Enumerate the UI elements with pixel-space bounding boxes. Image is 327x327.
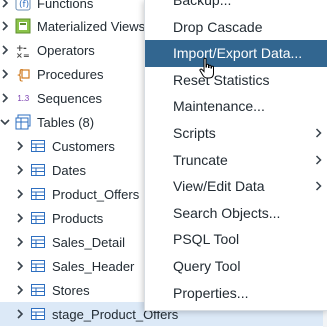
functions-icon: (f): [15, 0, 31, 11]
tree-item-label: Customers: [52, 138, 115, 154]
menu-item-label: Properties...: [173, 285, 249, 302]
chevron-right-icon[interactable]: [15, 134, 25, 158]
sequences-icon-text: 1..3: [17, 93, 29, 103]
tables-icon: [15, 114, 31, 130]
menu-item-label: Backup...: [173, 0, 232, 9]
menu-item-backup[interactable]: Backup...: [145, 0, 327, 14]
tree-item-label: Functions: [37, 0, 94, 11]
menu-item-view-edit-data[interactable]: View/Edit Data: [145, 173, 327, 200]
menu-item-maintenance[interactable]: Maintenance...: [145, 93, 327, 120]
tree-item-label: Dates: [52, 162, 86, 178]
chevron-right-icon[interactable]: [0, 38, 10, 62]
menu-item-scripts[interactable]: Scripts: [145, 120, 327, 147]
menu-item-label: Truncate: [173, 152, 228, 169]
table-icon: [30, 210, 46, 226]
operators-icon: + - × =: [15, 42, 31, 58]
menu-item-search-objects[interactable]: Search Objects...: [145, 200, 327, 227]
tree-item-label: Products: [52, 210, 104, 226]
menu-item-label: PSQL Tool: [173, 231, 240, 248]
tree-item-label: Sales_Detail: [52, 234, 125, 250]
procedures-icon: {: [15, 66, 31, 82]
chevron-right-icon[interactable]: [15, 254, 25, 278]
tree-item-label: Procedures: [37, 66, 104, 82]
tree-item-label: Stores: [52, 282, 90, 298]
submenu-arrow-icon: [315, 120, 322, 146]
svg-text:=: =: [23, 51, 30, 58]
tree-item-label: Product_Offers: [52, 186, 140, 202]
context-menu: Backup... Drop Cascade Import/Export Dat…: [144, 0, 327, 311]
chevron-right-icon[interactable]: [0, 14, 10, 38]
table-icon: [30, 162, 46, 178]
menu-item-label: View/Edit Data: [173, 178, 265, 195]
menu-item-label: Query Tool: [173, 258, 241, 275]
chevron-right-icon[interactable]: [15, 302, 25, 326]
chevron-right-icon[interactable]: [0, 86, 10, 110]
submenu-arrow-icon: [315, 147, 322, 173]
materialized-view-icon: [15, 18, 31, 34]
menu-item-label: Drop Cascade: [173, 19, 263, 36]
submenu-arrow-icon: [315, 173, 322, 199]
menu-item-truncate[interactable]: Truncate: [145, 147, 327, 174]
menu-item-drop-cascade[interactable]: Drop Cascade: [145, 14, 327, 41]
table-icon: [30, 282, 46, 298]
menu-item-label: Scripts: [173, 125, 216, 142]
tree-item-label: Materialized Views: [37, 18, 146, 34]
chevron-right-icon[interactable]: [0, 62, 10, 86]
menu-item-reset-statistics[interactable]: Reset Statistics: [145, 67, 327, 94]
menu-item-label: Reset Statistics: [173, 72, 270, 89]
chevron-right-icon[interactable]: [15, 182, 25, 206]
svg-text:×: ×: [16, 51, 23, 58]
tree-item-label: Tables (8): [37, 114, 95, 130]
menu-item-label: Search Objects...: [173, 205, 281, 222]
tree-item-label: Sales_Header: [52, 258, 135, 274]
table-icon: [30, 258, 46, 274]
table-icon: [30, 234, 46, 250]
menu-item-import-export-data[interactable]: Import/Export Data...: [145, 40, 327, 67]
menu-item-query-tool[interactable]: Query Tool: [145, 253, 327, 280]
menu-item-label: Import/Export Data...: [173, 45, 303, 62]
chevron-right-icon[interactable]: [15, 158, 25, 182]
tree-item-label: Operators: [37, 42, 95, 58]
menu-item-properties[interactable]: Properties...: [145, 280, 327, 307]
table-icon: [30, 138, 46, 154]
chevron-right-icon[interactable]: [15, 278, 25, 302]
table-icon: [30, 186, 46, 202]
chevron-right-icon[interactable]: [15, 230, 25, 254]
table-icon: [30, 306, 46, 322]
chevron-down-icon[interactable]: [0, 110, 10, 134]
chevron-right-icon[interactable]: [0, 0, 10, 15]
chevron-right-icon[interactable]: [15, 206, 25, 230]
menu-item-psql-tool[interactable]: PSQL Tool: [145, 226, 327, 253]
sequences-icon: 1..3: [15, 90, 31, 106]
svg-text:(f): (f): [19, 0, 29, 10]
menu-item-label: Maintenance...: [173, 98, 265, 115]
tree-item-label: Sequences: [37, 90, 103, 106]
